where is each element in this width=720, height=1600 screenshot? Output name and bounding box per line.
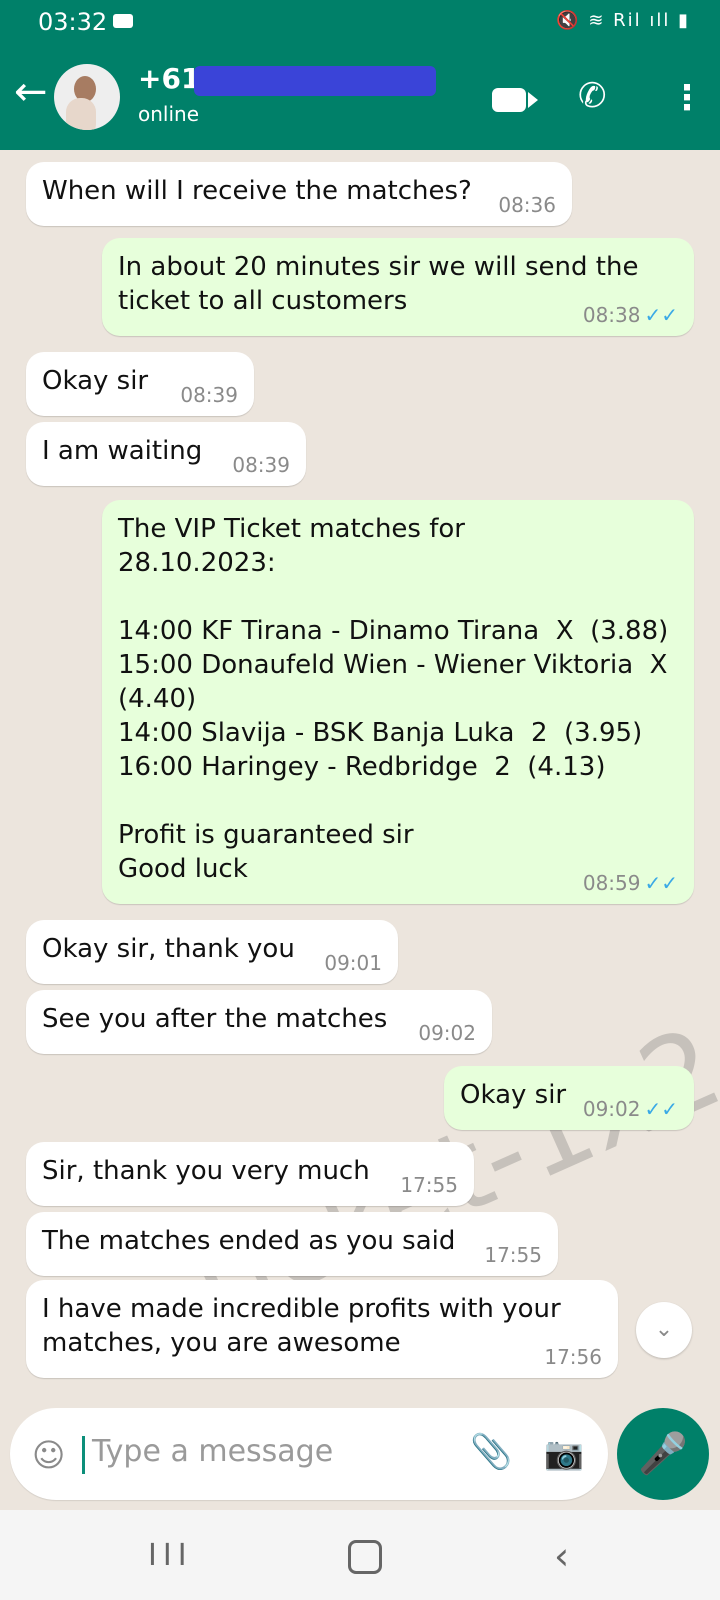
message-time: 08:59 bbox=[582, 871, 641, 895]
status-bar: 03:32 🔇 ≋ Ril ıll ▮ bbox=[0, 0, 720, 46]
message-bubble-4[interactable]: I am waiting 08:39 bbox=[26, 422, 306, 486]
message-text: See you after the matches bbox=[42, 1004, 388, 1034]
message-meta: 08:38 ✓✓ bbox=[583, 304, 678, 326]
read-receipt-icon: ✓✓ bbox=[644, 871, 678, 895]
message-time: 17:55 bbox=[400, 1173, 458, 1197]
message-time: 17:55 bbox=[484, 1243, 542, 1267]
system-navigation-bar: III ‹ bbox=[0, 1510, 720, 1600]
text-cursor bbox=[82, 1436, 85, 1474]
chat-header: ← +61 online ✆ ⋮ bbox=[0, 46, 720, 150]
chevron-down-icon: ⌄ bbox=[654, 1317, 674, 1342]
message-text: Sir, thank you very much bbox=[42, 1156, 370, 1186]
status-time: 03:32 bbox=[38, 8, 108, 36]
more-vertical-icon[interactable]: ⋮ bbox=[670, 78, 704, 118]
message-text: I have made incredible profits with your… bbox=[42, 1294, 561, 1358]
message-bubble-6[interactable]: Okay sir, thank you 09:01 bbox=[26, 920, 398, 984]
back-icon[interactable]: ‹ bbox=[554, 1534, 569, 1578]
avatar-body-shape bbox=[66, 98, 96, 130]
chat-area[interactable]: Ticket-1x2 When will I receive the match… bbox=[0, 150, 720, 1408]
message-time: 09:01 bbox=[324, 951, 382, 975]
home-icon[interactable] bbox=[348, 1540, 382, 1574]
message-bubble-5[interactable]: The VIP Ticket matches for 28.10.2023: 1… bbox=[102, 500, 694, 904]
message-input[interactable]: Type a message bbox=[92, 1434, 333, 1469]
message-input-box[interactable]: ☺ Type a message 📎 📷 bbox=[10, 1408, 608, 1500]
message-bubble-2[interactable]: In about 20 minutes sir we will send the… bbox=[102, 238, 694, 336]
message-text: When will I receive the matches? bbox=[42, 176, 472, 206]
phone-icon[interactable]: ✆ bbox=[578, 76, 607, 116]
message-text: The matches ended as you said bbox=[42, 1226, 456, 1256]
message-meta: 08:59 ✓✓ bbox=[583, 872, 678, 894]
video-camera-icon[interactable] bbox=[492, 88, 538, 112]
message-bubble-11[interactable]: I have made incredible profits with your… bbox=[26, 1280, 618, 1378]
contact-name[interactable]: +61 bbox=[138, 62, 200, 95]
system-status-icons: 🔇 ≋ Ril ıll ▮ bbox=[556, 10, 690, 31]
recent-apps-icon[interactable]: III bbox=[148, 1538, 193, 1573]
message-bubble-8[interactable]: Okay sir 09:02 ✓✓ bbox=[444, 1066, 694, 1130]
paperclip-icon[interactable]: 📎 bbox=[470, 1432, 512, 1472]
message-time: 17:56 bbox=[544, 1345, 602, 1369]
message-time: 08:38 bbox=[582, 303, 641, 327]
message-meta: 09:02 ✓✓ bbox=[583, 1098, 678, 1120]
voicemail-icon bbox=[113, 14, 133, 28]
scroll-down-button[interactable]: ⌄ bbox=[636, 1302, 692, 1358]
avatar[interactable] bbox=[54, 64, 120, 130]
contact-status: online bbox=[138, 102, 200, 126]
read-receipt-icon: ✓✓ bbox=[644, 1097, 678, 1121]
message-bubble-3[interactable]: Okay sir 08:39 bbox=[26, 352, 254, 416]
message-text: The VIP Ticket matches for 28.10.2023: 1… bbox=[118, 514, 669, 884]
back-arrow-icon[interactable]: ← bbox=[14, 72, 48, 112]
message-bubble-9[interactable]: Sir, thank you very much 17:55 bbox=[26, 1142, 474, 1206]
message-time: 08:39 bbox=[232, 453, 290, 477]
message-bubble-1[interactable]: When will I receive the matches? 08:36 bbox=[26, 162, 572, 226]
message-time: 08:36 bbox=[498, 193, 556, 217]
message-time: 09:02 bbox=[582, 1097, 641, 1121]
smiley-icon[interactable]: ☺ bbox=[32, 1436, 65, 1474]
read-receipt-icon: ✓✓ bbox=[644, 303, 678, 327]
message-bubble-10[interactable]: The matches ended as you said 17:55 bbox=[26, 1212, 558, 1276]
camera-icon[interactable]: 📷 bbox=[544, 1434, 584, 1472]
message-composer: ☺ Type a message 📎 📷 🎤 bbox=[0, 1408, 720, 1510]
redaction-bar bbox=[194, 66, 436, 96]
microphone-icon[interactable]: 🎤 bbox=[617, 1408, 709, 1500]
message-time: 08:39 bbox=[180, 383, 238, 407]
message-time: 09:02 bbox=[418, 1021, 476, 1045]
message-bubble-7[interactable]: See you after the matches 09:02 bbox=[26, 990, 492, 1054]
